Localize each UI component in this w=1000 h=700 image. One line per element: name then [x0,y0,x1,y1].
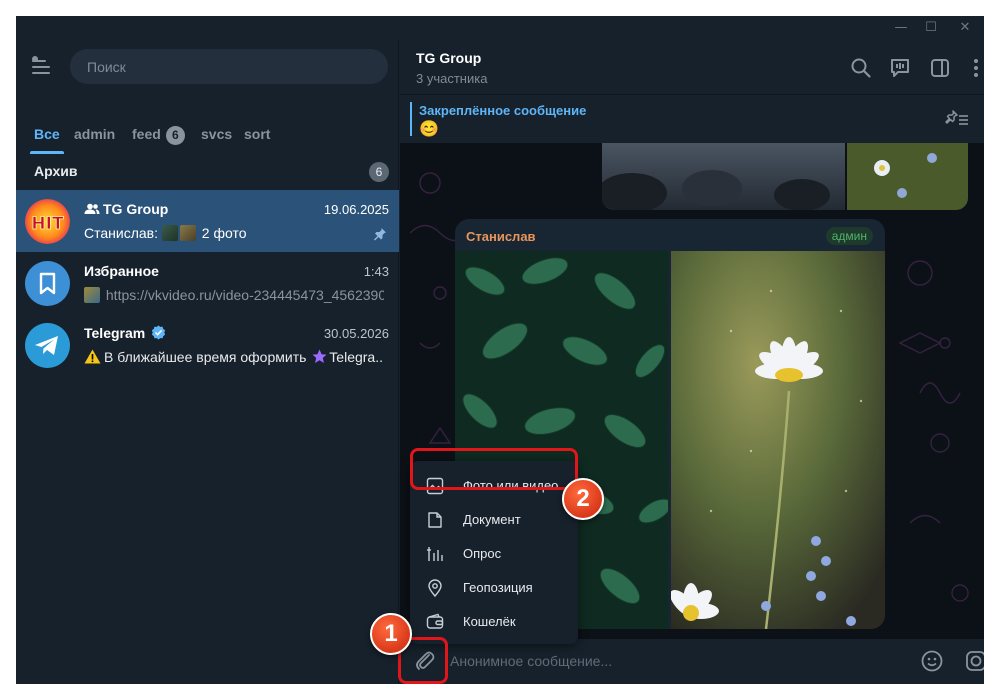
chat-name: Избранное [84,263,159,279]
tab-label: feed [132,126,161,142]
chat-item-saved[interactable]: Избранное 1:43 https://vkvideo.ru/video-… [16,252,399,314]
star-icon [312,349,327,363]
maximize-button[interactable]: ☐ [914,18,948,38]
avatar [25,261,70,306]
telegram-logo-icon [35,336,58,355]
pinned-message-text: 😊 [419,121,439,138]
tab-label: svcs [201,126,233,142]
avatar: HIT [25,199,70,244]
previous-album-photos[interactable] [602,143,968,210]
step-badge-2: 2 [562,478,604,520]
chat-header[interactable]: TG Group 3 участника [400,40,984,95]
more-options-icon[interactable] [965,57,984,79]
chat-time: 1:43 [363,264,389,279]
bookmark-icon [39,272,56,295]
emoji-icon[interactable] [920,649,944,673]
title-bar: — ☐ ✕ [16,16,984,40]
archive-row[interactable]: Архив 6 [16,154,399,190]
chat-item-telegram[interactable]: Telegram 30.05.2026 В ближайшее время оф… [16,314,399,376]
chat-name: Telegram [84,325,166,341]
unread-badge: 6 [165,125,185,145]
chat-name: TG Group [84,201,168,217]
chat-time: 19.06.2025 [323,202,389,217]
pinned-indicator [410,102,412,136]
hamburger-menu-icon[interactable] [30,56,54,76]
sidebar: Все admin feed6 svcs sort Архив 6 [16,40,399,684]
location-icon [428,579,442,597]
video-message-icon[interactable] [964,649,984,673]
highlight-photo-video [410,448,578,490]
pinned-list-icon[interactable] [944,109,970,129]
tab-all[interactable]: Все [30,114,64,154]
archive-label: Архив [34,163,78,179]
archive-count-badge: 6 [369,162,389,182]
warning-icon [84,349,101,364]
svg-text:HIT: HIT [31,214,64,234]
admin-badge: админ [825,227,873,245]
menu-item-location[interactable]: Геопозиция [410,571,578,605]
pinned-message-bar[interactable]: Закреплённое сообщение 😊 [400,95,984,143]
pin-icon [374,228,386,241]
message-input[interactable] [450,646,890,676]
menu-item-label: Опрос [463,546,502,561]
chat-time: 30.05.2026 [323,326,389,341]
menu-item-label: Документ [463,512,521,527]
link-thumbnail [84,287,100,303]
tab-sort[interactable]: sort [244,114,270,154]
avatar [25,323,70,368]
voice-chat-icon[interactable] [889,57,911,79]
photo-thumbnail [179,225,196,241]
tab-svcs[interactable]: svcs [201,114,232,154]
group-icon [84,203,100,214]
menu-item-label: Кошелёк [463,614,516,629]
message-sender: Станислав [466,229,536,244]
search-icon[interactable] [850,57,872,79]
menu-item-document[interactable]: Документ [410,503,578,537]
menu-item-label: Геопозиция [463,580,533,595]
close-button[interactable]: ✕ [948,18,982,38]
tab-label: admin [74,126,116,142]
chat-preview: Станислав: 2 фото [84,225,247,241]
step-badge-1: 1 [370,613,412,655]
chat-member-count: 3 участника [416,71,488,86]
document-icon [428,512,442,528]
search-input[interactable] [70,49,388,84]
menu-item-poll[interactable]: Опрос [410,537,578,571]
wallet-icon [426,613,444,629]
poll-icon [427,547,443,561]
sidebar-toggle-icon[interactable] [929,57,951,79]
chat-preview: https://vkvideo.ru/video-234445473_45623… [84,287,384,303]
chat-title: TG Group [416,50,482,66]
tab-admin[interactable]: admin [74,114,115,154]
chat-item-tg-group[interactable]: HIT TG Group 19.06.2025 Станислав: 2 фот… [16,190,399,252]
chat-preview: В ближайшее время оформить Telegra... [84,349,384,365]
folder-tabs: Все admin feed 6 svcs sort [16,114,399,154]
verified-icon [152,325,166,340]
photo-thumbnail [161,225,178,241]
telegram-window: — ☐ ✕ Все admin feed6 svcs [16,16,984,684]
menu-item-wallet[interactable]: Кошелёк [410,605,578,639]
pinned-title: Закреплённое сообщение [419,103,587,118]
minimize-button[interactable]: — [884,18,918,38]
message-input-bar [400,639,984,684]
tab-label: Все [34,126,60,142]
tab-label: sort [244,126,271,142]
tab-feed[interactable]: feed 6 [132,114,185,154]
daisy-photo[interactable] [670,251,885,629]
